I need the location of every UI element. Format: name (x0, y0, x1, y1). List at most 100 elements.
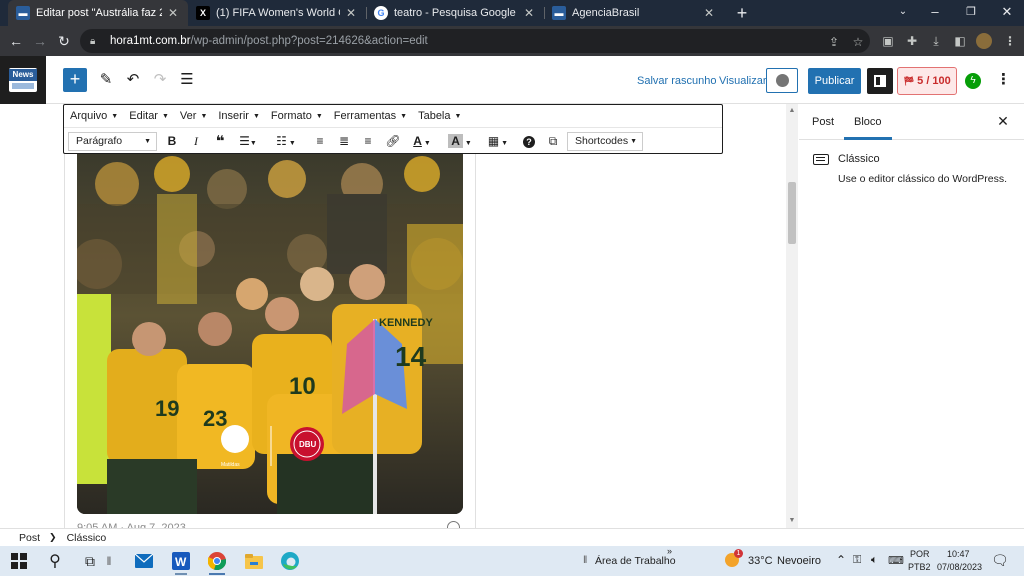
document-overview-icon[interactable]: ☰ (175, 68, 199, 92)
close-tab-icon[interactable]: ✕ (166, 6, 180, 20)
language-bottom[interactable]: PTB2 (908, 562, 931, 572)
close-tab-icon[interactable]: ✕ (344, 6, 358, 20)
tab-editar-post[interactable]: ▬ Editar post "Austrália faz 2 a 0 na ✕ (8, 0, 188, 26)
canvas-scrollbar[interactable] (786, 104, 798, 528)
tab-fifa-x[interactable]: X (1) FIFA Women's World Cup on ✕ (188, 0, 366, 26)
new-tab-button[interactable]: + (732, 3, 752, 23)
text-color-icon[interactable]: A ▼ (408, 132, 436, 151)
notification-icon[interactable]: 🗨︎ (991, 552, 1009, 569)
menu-editar[interactable]: Editar ▼ (129, 110, 169, 122)
help-icon[interactable]: ? (521, 132, 537, 151)
tab-teatro-google[interactable]: G teatro - Pesquisa Google ✕ (366, 0, 544, 26)
menu-arquivo[interactable]: Arquivo ▼ (70, 110, 118, 122)
edge-icon[interactable] (278, 550, 302, 572)
seo-score-button[interactable]: 🏁︎ 5 / 100 (897, 67, 957, 95)
align-center-icon[interactable]: ≣ (336, 132, 352, 151)
desktop-toolbar-label[interactable]: Área de Trabalho (595, 555, 676, 567)
clock-time[interactable]: 10:47 (947, 549, 970, 559)
shortcodes-select[interactable]: Shortcodes ▼ (567, 132, 643, 151)
windows-start-icon[interactable] (7, 550, 31, 572)
close-tab-icon[interactable]: ✕ (702, 6, 716, 20)
weather-condition[interactable]: Nevoeiro (777, 555, 821, 567)
menu-tabela[interactable]: Tabela ▼ (418, 110, 461, 122)
settings-toggle-button[interactable] (867, 68, 893, 94)
breadcrumb-classic[interactable]: Clássico (67, 532, 107, 544)
menu-inserir[interactable]: Inserir ▼ (218, 110, 260, 122)
scroll-down-icon[interactable]: ▼ (786, 516, 798, 526)
menu-formato[interactable]: Formato ▼ (271, 110, 323, 122)
undo-icon[interactable]: ↶ (121, 68, 145, 92)
minimize-button[interactable]: – (918, 0, 952, 26)
puzzle-extensions-icon[interactable]: ✚ (904, 33, 920, 49)
block-description: Use o editor clássico do WordPress. (838, 173, 1008, 185)
forward-arrow-icon[interactable]: → (30, 31, 50, 51)
save-draft-button[interactable]: Salvar rascunho (637, 75, 717, 87)
close-icon[interactable]: ✕ (996, 114, 1010, 128)
chrome-icon[interactable] (205, 550, 229, 572)
preview-button[interactable]: Visualizar (719, 75, 767, 87)
file-explorer-icon[interactable] (242, 550, 266, 572)
breadcrumb-post[interactable]: Post (19, 532, 40, 544)
jersey-number: 10 (289, 373, 316, 400)
align-left-icon[interactable]: ≡ (312, 132, 328, 151)
chevron-up-icon[interactable]: ⌃ (836, 553, 846, 567)
scroll-up-icon[interactable]: ▲ (786, 106, 798, 116)
extension-icon[interactable]: ▣ (880, 33, 896, 49)
keyboard-input-icon[interactable]: ⌨ (888, 554, 904, 567)
bullet-list-icon[interactable]: ☰▼ (236, 132, 260, 151)
bold-icon[interactable]: B (164, 132, 180, 151)
tab-agencia-brasil[interactable]: ▬ AgenciaBrasil ✕ (544, 0, 724, 26)
side-panel-icon[interactable]: ◧ (952, 33, 968, 49)
close-window-button[interactable]: ✕ (990, 0, 1024, 26)
url-path: /wp-admin/post.php?post=214626&action=ed… (190, 35, 428, 47)
chevron-expand-icon[interactable]: » (667, 546, 672, 556)
link-icon[interactable]: 🔗︎ (384, 132, 402, 151)
tab-title: teatro - Pesquisa Google (394, 7, 516, 19)
tab-search-chevron-icon[interactable]: ⌄ (886, 0, 920, 26)
info-icon[interactable] (447, 519, 461, 528)
tab-bloco[interactable]: Bloco (844, 104, 892, 140)
restore-button[interactable]: ❐ (954, 0, 988, 26)
menu-ferramentas[interactable]: Ferramentas ▼ (334, 110, 407, 122)
preview-device-button[interactable] (766, 68, 798, 93)
mail-icon[interactable] (132, 550, 156, 572)
tab-title: (1) FIFA Women's World Cup on (216, 7, 340, 19)
menu-ver[interactable]: Ver ▼ (180, 110, 207, 122)
search-icon[interactable]: ⚲ (43, 550, 67, 572)
site-logo[interactable]: News (0, 56, 46, 104)
network-icon[interactable]: ⚿ (853, 554, 861, 567)
back-arrow-icon[interactable]: ← (6, 31, 26, 51)
address-bar[interactable]: 🔒︎ hora1mt.com.br/wp-admin/post.php?post… (80, 29, 870, 53)
word-icon[interactable]: W (169, 550, 193, 572)
add-block-button[interactable]: + (63, 68, 87, 92)
redo-icon[interactable]: ↷ (148, 68, 172, 92)
canvas-scroll-thumb[interactable] (788, 182, 796, 244)
blockquote-icon[interactable]: ❝ (211, 132, 229, 151)
download-icon[interactable]: ⤓ (928, 33, 944, 49)
insert-media-icon[interactable]: ⧉ (544, 132, 562, 151)
language-top[interactable]: POR (910, 549, 930, 559)
bookmark-star-icon[interactable]: ☆ (850, 34, 866, 50)
chrome-menu-icon[interactable]: ⋮ (1002, 33, 1018, 49)
clock-date[interactable]: 07/08/2023 (937, 562, 982, 572)
align-right-icon[interactable]: ≡ (360, 132, 376, 151)
publish-button[interactable]: Publicar (808, 68, 861, 94)
background-color-icon[interactable]: A ▼ (445, 132, 475, 151)
jetpack-icon[interactable]: ϟ (965, 73, 981, 89)
match-photo[interactable]: 19 23 10 14 KENNEDY Matildas DBU (77, 154, 463, 514)
reload-icon[interactable]: ↻ (54, 31, 74, 51)
weather-temp[interactable]: 33°C (748, 555, 773, 567)
numbered-list-icon[interactable]: ☷ ▼ (273, 132, 299, 151)
italic-icon[interactable]: I (188, 132, 204, 151)
edit-pencil-icon[interactable]: ✎ (94, 68, 118, 92)
task-view-icon[interactable]: ⧉ (78, 550, 102, 572)
close-tab-icon[interactable]: ✕ (522, 6, 536, 20)
profile-avatar[interactable] (976, 33, 992, 49)
share-icon[interactable]: ⇪ (826, 34, 842, 50)
table-icon[interactable]: ▦ ▼ (484, 132, 512, 151)
news-logo-icon: News (9, 68, 37, 92)
options-menu-icon[interactable]: ⋮ (996, 68, 1011, 92)
volume-muted-icon[interactable]: 🔈︎ (871, 554, 878, 567)
paragraph-format-select[interactable]: Parágrafo ▼ (68, 132, 157, 151)
tab-post[interactable]: Post (812, 104, 834, 140)
